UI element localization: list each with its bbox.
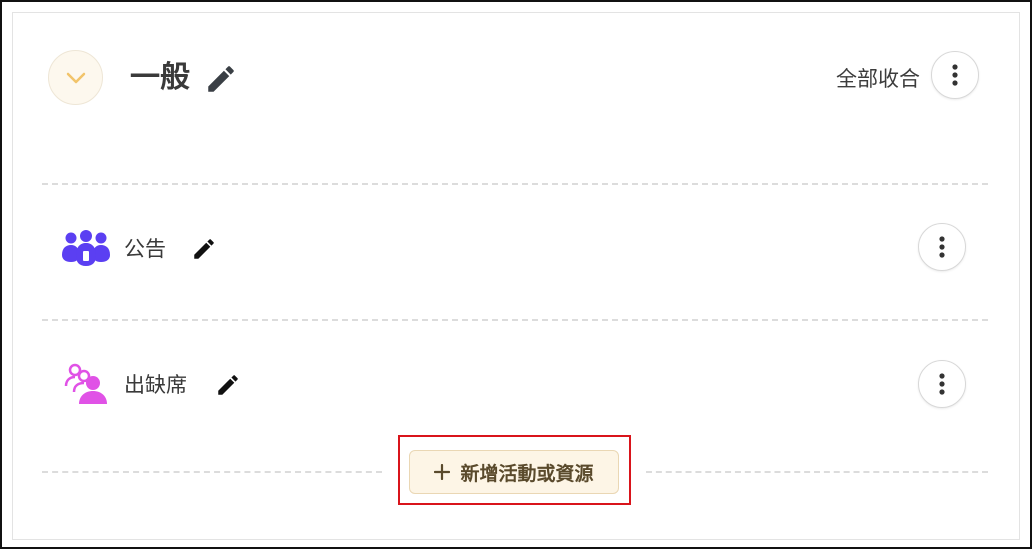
section-divider [42,183,988,185]
add-divider-right [646,471,988,473]
activity-label[interactable]: 公告 [124,234,166,264]
pencil-icon[interactable] [215,372,241,398]
forum-people-icon [62,230,110,266]
pencil-icon[interactable] [204,62,238,96]
activity-divider [42,319,988,321]
section-menu-button[interactable] [931,51,979,99]
activity-label[interactable]: 出缺席 [124,370,187,400]
plus-icon [434,464,451,480]
pencil-icon[interactable] [191,236,217,262]
activity-menu-button[interactable] [918,360,966,408]
kebab-vertical-icon [952,64,958,86]
add-activity-label: 新增活動或資源 [460,462,594,485]
add-divider-left [42,471,382,473]
kebab-vertical-icon [939,236,945,258]
collapse-all-link[interactable]: 全部收合 [836,64,920,94]
kebab-vertical-icon [939,373,945,395]
section-collapse-button[interactable] [48,50,103,105]
activity-menu-button[interactable] [918,223,966,271]
section-title: 一般 [130,60,190,95]
chevron-down-icon [66,72,85,83]
attendance-people-icon [64,363,107,404]
add-activity-button[interactable]: 新增活動或資源 [409,450,619,494]
